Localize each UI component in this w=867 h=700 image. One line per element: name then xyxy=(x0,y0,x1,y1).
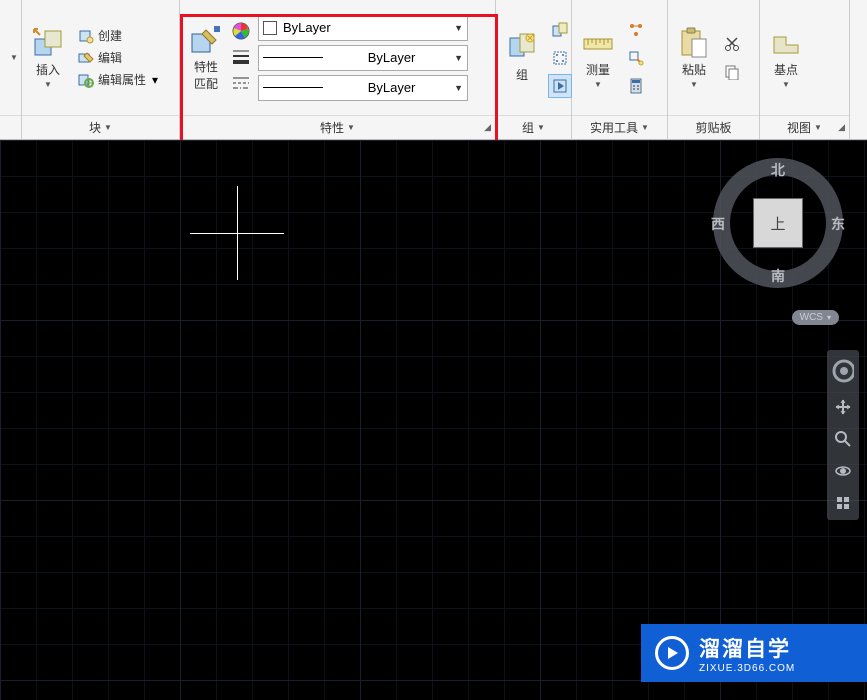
panel-clipboard: 粘贴 ▼ 剪贴板 xyxy=(668,0,760,139)
basepoint-icon xyxy=(770,27,802,59)
color-wheel-icon[interactable] xyxy=(232,22,252,42)
navigation-bar xyxy=(827,350,859,520)
panel-left-partial: ▼ xyxy=(0,0,22,139)
properties-dialog-launcher-icon[interactable]: ◢ xyxy=(484,122,491,133)
group-select-toggle[interactable] xyxy=(548,74,572,98)
ribbon-toolbar: ▼ 插入 ▼ 创建 编辑 xyxy=(0,0,867,140)
nav-wheel-button[interactable] xyxy=(832,356,854,386)
panel-partial-label[interactable] xyxy=(0,115,21,139)
color-swatch-icon xyxy=(263,21,277,35)
watermark-play-icon xyxy=(655,636,689,670)
paste-button[interactable]: 粘贴 ▼ xyxy=(672,25,716,91)
viewcube-west-label[interactable]: 西 xyxy=(711,214,725,234)
watermark-url: ZIXUE.3D66.COM xyxy=(699,663,795,674)
panel-view-label[interactable]: 视图▼ ◢ xyxy=(760,115,849,139)
view-dialog-launcher-icon[interactable]: ◢ xyxy=(838,122,845,133)
copy-button[interactable] xyxy=(720,60,744,84)
viewcube-east-label[interactable]: 东 xyxy=(831,214,845,234)
linetype-sample-icon xyxy=(263,87,323,88)
panel-group: 组 组▼ xyxy=(496,0,572,139)
measure-icon xyxy=(582,27,614,59)
watermark-banner: 溜溜自学 ZIXUE.3D66.COM xyxy=(641,624,867,682)
calculator-button[interactable] xyxy=(624,74,648,98)
view-cube[interactable]: 上 北 南 东 西 xyxy=(713,158,843,288)
edit-attributes-button[interactable]: 编辑属性 ▾ xyxy=(74,69,162,90)
match-properties-button[interactable]: 特性 匹配 xyxy=(184,22,228,94)
nav-showmotion-button[interactable] xyxy=(832,492,854,514)
lineweight-icon[interactable] xyxy=(232,48,252,68)
chevron-down-icon: ▼ xyxy=(454,53,463,63)
chevron-down-icon: ▾ xyxy=(827,313,831,322)
point-button[interactable] xyxy=(624,18,648,42)
panel-block: 插入 ▼ 创建 编辑 编辑属性 ▾ 块▼ xyxy=(22,0,180,139)
create-block-button[interactable]: 创建 xyxy=(74,25,162,46)
chevron-down-icon: ▼ xyxy=(454,23,463,33)
insert-block-icon xyxy=(32,27,64,59)
unknown-split-button[interactable]: ▼ xyxy=(4,51,24,64)
wcs-dropdown[interactable]: WCS▾ xyxy=(792,310,839,325)
quickselect-button[interactable] xyxy=(624,46,648,70)
group-edit-button[interactable] xyxy=(548,46,572,70)
viewcube-north-label[interactable]: 北 xyxy=(771,160,785,180)
measure-button[interactable]: 测量 ▼ xyxy=(576,25,620,91)
basepoint-button[interactable]: 基点 ▼ xyxy=(764,25,808,91)
group-button[interactable]: 组 xyxy=(500,30,544,85)
panel-properties-label[interactable]: 特性▼ ◢ xyxy=(180,115,495,139)
viewcube-top-face[interactable]: 上 xyxy=(753,198,803,248)
insert-button[interactable]: 插入 ▼ xyxy=(26,25,70,91)
viewcube-south-label[interactable]: 南 xyxy=(771,266,785,286)
chevron-down-icon: ▼ xyxy=(454,83,463,93)
ungroup-button[interactable] xyxy=(548,18,572,42)
panel-clipboard-label[interactable]: 剪贴板 xyxy=(668,115,759,139)
create-block-icon xyxy=(78,28,94,44)
edit-block-button[interactable]: 编辑 xyxy=(74,47,162,68)
panel-block-label[interactable]: 块▼ xyxy=(22,115,179,139)
edit-block-icon xyxy=(78,50,94,66)
linetype-list-icon[interactable] xyxy=(232,74,252,94)
panel-properties: 特性 匹配 ByLayer ▼ xyxy=(180,0,496,139)
panel-utilities-label[interactable]: 实用工具▼ xyxy=(572,115,667,139)
match-properties-icon xyxy=(190,24,222,56)
nav-orbit-button[interactable] xyxy=(832,460,854,482)
watermark-title: 溜溜自学 xyxy=(699,633,795,663)
cut-button[interactable] xyxy=(720,32,744,56)
group-icon xyxy=(506,32,538,64)
nav-zoom-button[interactable] xyxy=(832,428,854,450)
linetype-dropdown[interactable]: ByLayer ▼ xyxy=(258,75,468,101)
drawing-canvas[interactable]: 上 北 南 东 西 WCS▾ 溜溜自学 ZIXUE.3D66.COM xyxy=(0,140,867,700)
panel-utilities: 测量 ▼ 实用工具▼ xyxy=(572,0,668,139)
panel-group-label[interactable]: 组▼ xyxy=(496,115,571,139)
lineweight-dropdown[interactable]: ByLayer ▼ xyxy=(258,45,468,71)
paste-icon xyxy=(678,27,710,59)
panel-view: 基点 ▼ 视图▼ ◢ xyxy=(760,0,850,139)
color-dropdown[interactable]: ByLayer ▼ xyxy=(258,15,468,41)
edit-attributes-icon xyxy=(78,72,94,88)
lineweight-sample-icon xyxy=(263,57,323,58)
insert-button-label: 插入 xyxy=(36,61,60,78)
nav-pan-button[interactable] xyxy=(832,396,854,418)
